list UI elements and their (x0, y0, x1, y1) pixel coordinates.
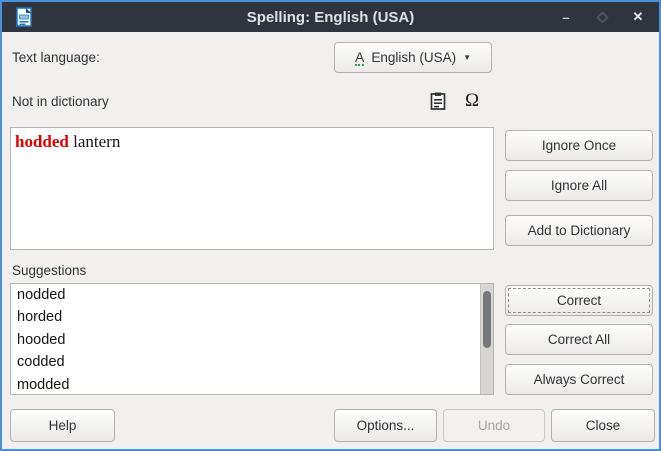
close-window-button[interactable]: ✕ (625, 4, 651, 30)
suggestions-label: Suggestions (12, 263, 86, 278)
spelling-dialog: Spelling: English (USA) – ✕ Text languag… (0, 0, 661, 451)
scrollbar-thumb[interactable] (483, 291, 491, 348)
suggestions-list: nodded horded hooded codded modded (10, 283, 494, 395)
paste-button[interactable] (426, 89, 450, 113)
suggestions-scrollbar[interactable] (480, 284, 493, 394)
not-in-dictionary-label: Not in dictionary (12, 94, 109, 109)
titlebar: Spelling: English (USA) – ✕ (2, 2, 659, 32)
restore-icon (596, 11, 609, 24)
ignore-once-button[interactable]: Ignore Once (505, 130, 653, 161)
correct-all-button[interactable]: Correct All (505, 324, 653, 355)
sentence-rest: lantern (69, 132, 120, 151)
not-in-dictionary-textbox[interactable]: hodded lantern (10, 127, 494, 250)
language-a-icon: A (355, 50, 364, 66)
minimize-button[interactable]: – (553, 4, 579, 30)
restore-button[interactable] (589, 4, 615, 30)
correct-button[interactable]: Correct (505, 285, 653, 316)
omega-icon: Ω (465, 90, 479, 112)
suggestion-item[interactable]: modded (11, 374, 493, 395)
writer-document-icon (14, 7, 34, 27)
help-button[interactable]: Help (10, 409, 115, 442)
close-button[interactable]: Close (551, 409, 655, 442)
suggestion-item[interactable]: nodded (11, 284, 493, 306)
suggestion-item[interactable]: horded (11, 306, 493, 328)
undo-button[interactable]: Undo (443, 409, 545, 442)
language-dropdown[interactable]: A English (USA) ▼ (334, 42, 492, 73)
language-dropdown-value: English (USA) (371, 50, 456, 65)
special-character-button[interactable]: Ω (460, 89, 484, 113)
window-controls: – ✕ (553, 2, 651, 32)
add-to-dictionary-button[interactable]: Add to Dictionary (505, 215, 653, 246)
options-button[interactable]: Options... (334, 409, 437, 442)
paste-icon (430, 92, 446, 110)
ignore-all-button[interactable]: Ignore All (505, 170, 653, 201)
always-correct-button[interactable]: Always Correct (505, 364, 653, 395)
suggestion-item[interactable]: codded (11, 351, 493, 373)
misspelled-word: hodded (15, 132, 69, 151)
chevron-down-icon: ▼ (463, 53, 471, 62)
suggestion-item[interactable]: hooded (11, 329, 493, 351)
text-language-label: Text language: (12, 50, 100, 65)
